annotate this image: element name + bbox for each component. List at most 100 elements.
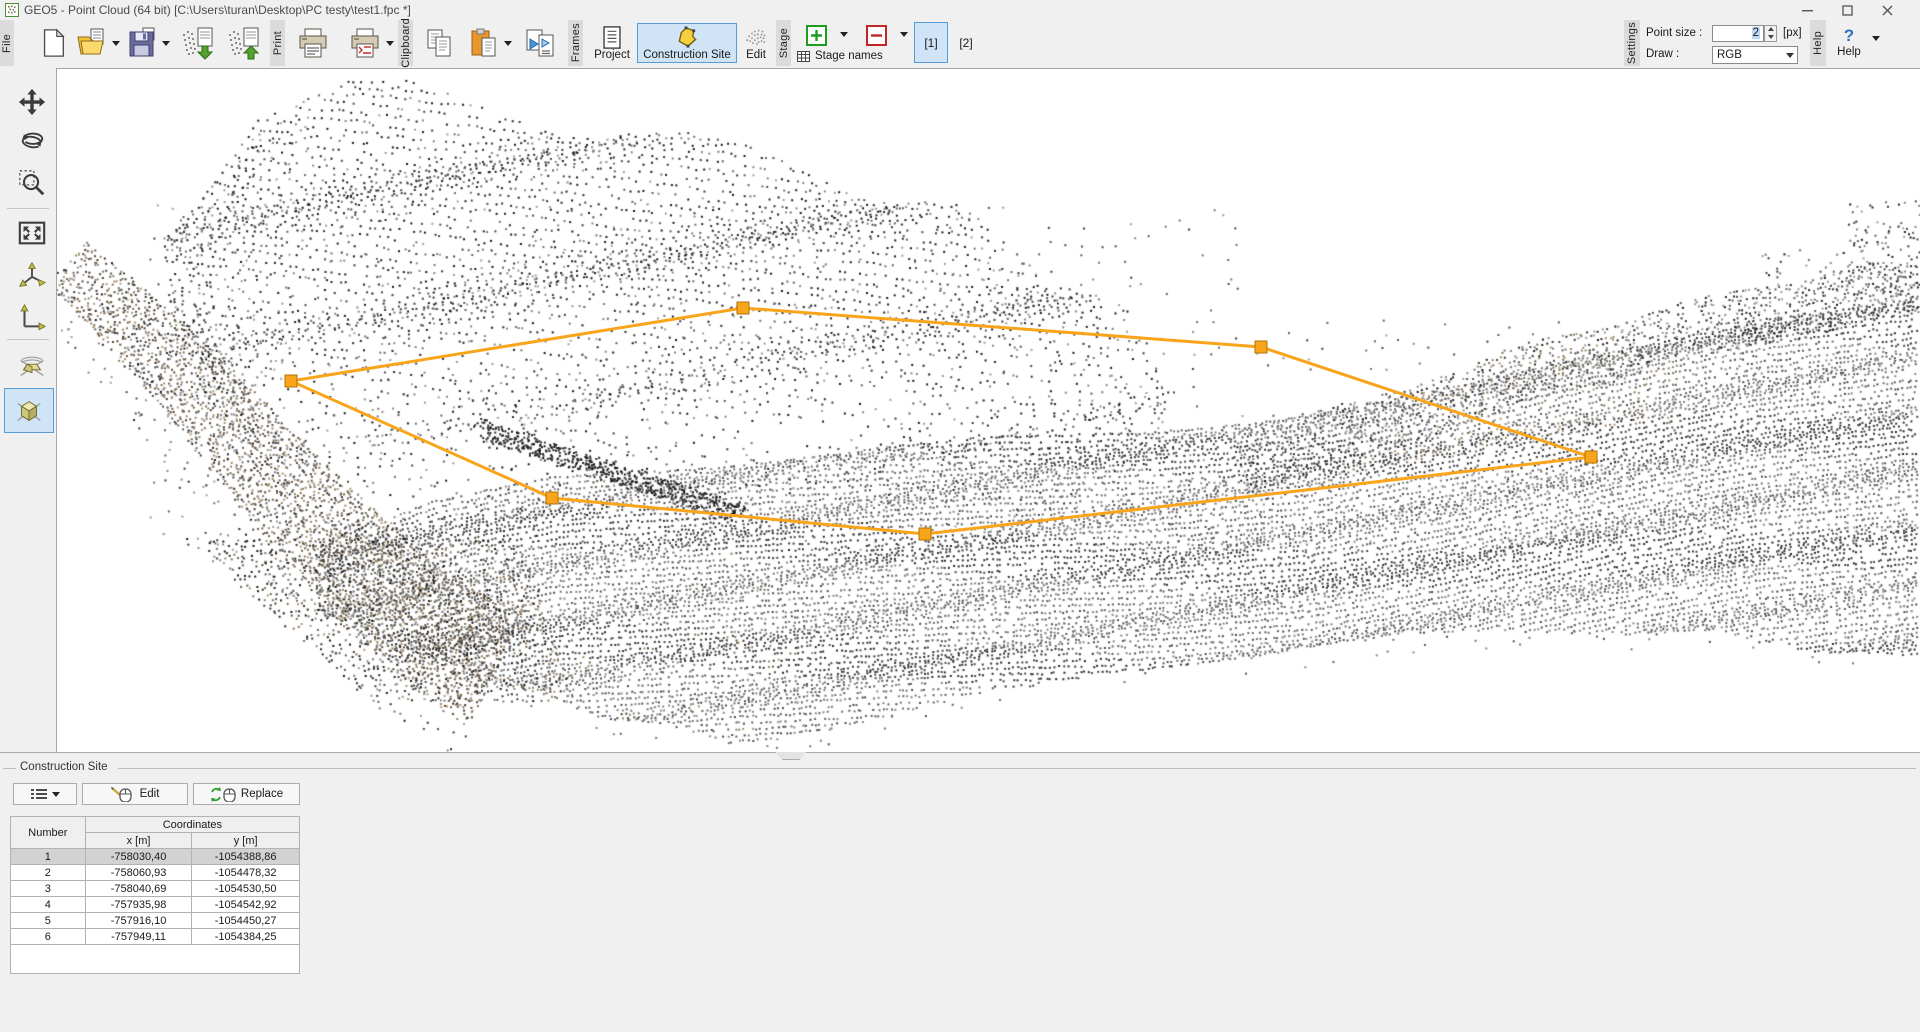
print-log-button[interactable]	[346, 23, 384, 63]
list-menu-button[interactable]	[13, 783, 77, 805]
polygon-vertex-handle[interactable]	[1255, 341, 1267, 353]
table-row[interactable]: 1-758030,40-1054388,86	[11, 849, 300, 865]
point-size-unit: [px]	[1783, 27, 1802, 39]
new-file-icon	[38, 27, 68, 59]
table-cell[interactable]: 6	[11, 929, 86, 945]
paste-dropdown-caret[interactable]	[504, 41, 512, 50]
table-row[interactable]: 4-757935,98-1054542,92	[11, 897, 300, 913]
import-point-cloud-button[interactable]	[178, 23, 220, 63]
polygon-outline	[291, 308, 1591, 534]
project-label: Project	[594, 49, 630, 62]
print-dropdown-caret[interactable]	[386, 41, 394, 50]
close-button[interactable]	[1870, 0, 1904, 20]
table-cell[interactable]: -1054450,27	[192, 913, 300, 929]
stage-tab-1[interactable]: [1]	[914, 22, 948, 63]
table-cell[interactable]: -758030,40	[85, 849, 192, 865]
table-cell[interactable]: -1054384,25	[192, 929, 300, 945]
polygon-vertex-handle[interactable]	[546, 492, 558, 504]
table-row[interactable]: 3-758040,69-1054530,50	[11, 881, 300, 897]
view-toolbar	[0, 66, 56, 752]
open-file-button[interactable]	[74, 23, 110, 63]
add-stage-dropdown-caret[interactable]	[840, 32, 848, 41]
frame-project-button[interactable]: Project	[589, 23, 635, 63]
polygon-vertex-handle[interactable]	[1585, 451, 1597, 463]
stage-tab-1-label: [1]	[924, 36, 937, 50]
print-button[interactable]	[294, 23, 332, 63]
edit-polygon-button[interactable]: Edit	[82, 783, 188, 805]
paste-button[interactable]	[466, 23, 502, 63]
save-button[interactable]	[124, 23, 160, 63]
point-cloud-viewport[interactable]	[56, 68, 1920, 752]
export-point-cloud-button[interactable]	[224, 23, 266, 63]
help-dropdown-caret[interactable]	[1872, 36, 1880, 45]
remove-stage-icon	[866, 25, 887, 46]
frame-edit-button[interactable]: Edit	[739, 23, 773, 63]
table-cell[interactable]: 5	[11, 913, 86, 929]
draw-combobox[interactable]: RGB	[1712, 46, 1798, 64]
panel-frame-header: Construction Site	[0, 761, 1920, 775]
coordinates-table-header: Number Coordinates x [m] y [m]	[11, 817, 300, 849]
table-cell[interactable]: -1054478,32	[192, 865, 300, 881]
fit-to-screen-icon	[17, 218, 47, 248]
table-cell[interactable]: 1	[11, 849, 86, 865]
table-row[interactable]: 6-757949,11-1054384,25	[11, 929, 300, 945]
add-stage-button[interactable]	[802, 23, 830, 47]
table-cell[interactable]: -1054542,92	[192, 897, 300, 913]
replace-polygon-button[interactable]: Replace	[193, 783, 300, 805]
table-cell[interactable]: -757935,98	[85, 897, 192, 913]
maximize-icon	[1842, 5, 1853, 16]
main-toolbar: File	[0, 20, 1920, 66]
table-row[interactable]: 2-758060,93-1054478,32	[11, 865, 300, 881]
group-label-settings: Settings	[1624, 20, 1640, 66]
frame-construction-site-button[interactable]: Construction Site	[637, 23, 737, 63]
stage-names-button[interactable]: Stage names	[796, 48, 908, 65]
point-size-input[interactable]: 2	[1712, 25, 1764, 42]
construction-site-icon	[675, 26, 699, 49]
table-cell[interactable]: -758060,93	[85, 865, 192, 881]
print-preview-button[interactable]	[520, 23, 560, 63]
print-preview-icon	[523, 27, 557, 59]
maximize-button[interactable]	[1830, 0, 1864, 20]
edit-label: Edit	[746, 49, 766, 62]
table-cell[interactable]: 2	[11, 865, 86, 881]
spinner-up-icon[interactable]	[1765, 26, 1776, 33]
stage-tab-2[interactable]: [2]	[952, 22, 980, 63]
table-cell[interactable]: 3	[11, 881, 86, 897]
new-file-button[interactable]	[34, 23, 72, 63]
table-cell[interactable]: -1054388,86	[192, 849, 300, 865]
table-cell[interactable]: 4	[11, 897, 86, 913]
tool-axonometry[interactable]	[4, 388, 54, 433]
tool-perspective[interactable]	[9, 346, 54, 388]
tool-fit-to-screen[interactable]	[9, 212, 54, 254]
open-dropdown-caret[interactable]	[112, 41, 120, 50]
tool-pan[interactable]	[9, 81, 54, 123]
group-label-help: Help	[1810, 20, 1826, 66]
replace-mouse-icon	[210, 787, 236, 802]
table-cell[interactable]: -757949,11	[85, 929, 192, 945]
spinner-down-icon[interactable]	[1765, 33, 1776, 40]
import-point-cloud-icon	[181, 26, 217, 60]
polygon-vertex-handle[interactable]	[919, 528, 931, 540]
edit-button-label: Edit	[140, 788, 160, 800]
copy-button[interactable]	[420, 23, 458, 63]
polygon-vertex-handle[interactable]	[737, 302, 749, 314]
tool-rotate[interactable]	[9, 119, 54, 161]
polygon-vertex-handle[interactable]	[285, 375, 297, 387]
tool-zoom-window[interactable]	[9, 162, 54, 204]
panel-splitter-grip[interactable]	[775, 752, 807, 760]
perspective-icon	[17, 352, 47, 382]
save-dropdown-caret[interactable]	[162, 41, 170, 50]
remove-stage-dropdown-caret[interactable]	[900, 32, 908, 41]
table-cell[interactable]: -757916,10	[85, 913, 192, 929]
table-cell[interactable]: -758040,69	[85, 881, 192, 897]
tool-axes-3d[interactable]	[9, 254, 54, 296]
minimize-button[interactable]	[1790, 0, 1824, 20]
tool-axes-2d[interactable]	[9, 296, 54, 338]
point-size-spinner[interactable]	[1764, 25, 1777, 42]
table-row[interactable]: 5-757916,10-1054450,27	[11, 913, 300, 929]
remove-stage-button[interactable]	[862, 23, 890, 47]
help-button[interactable]: ? Help	[1830, 23, 1868, 63]
table-cell[interactable]: -1054530,50	[192, 881, 300, 897]
geo5-window: GEO5 - Point Cloud (64 bit) [C:\Users\tu…	[0, 0, 1920, 1032]
group-label-file: File	[0, 20, 14, 66]
